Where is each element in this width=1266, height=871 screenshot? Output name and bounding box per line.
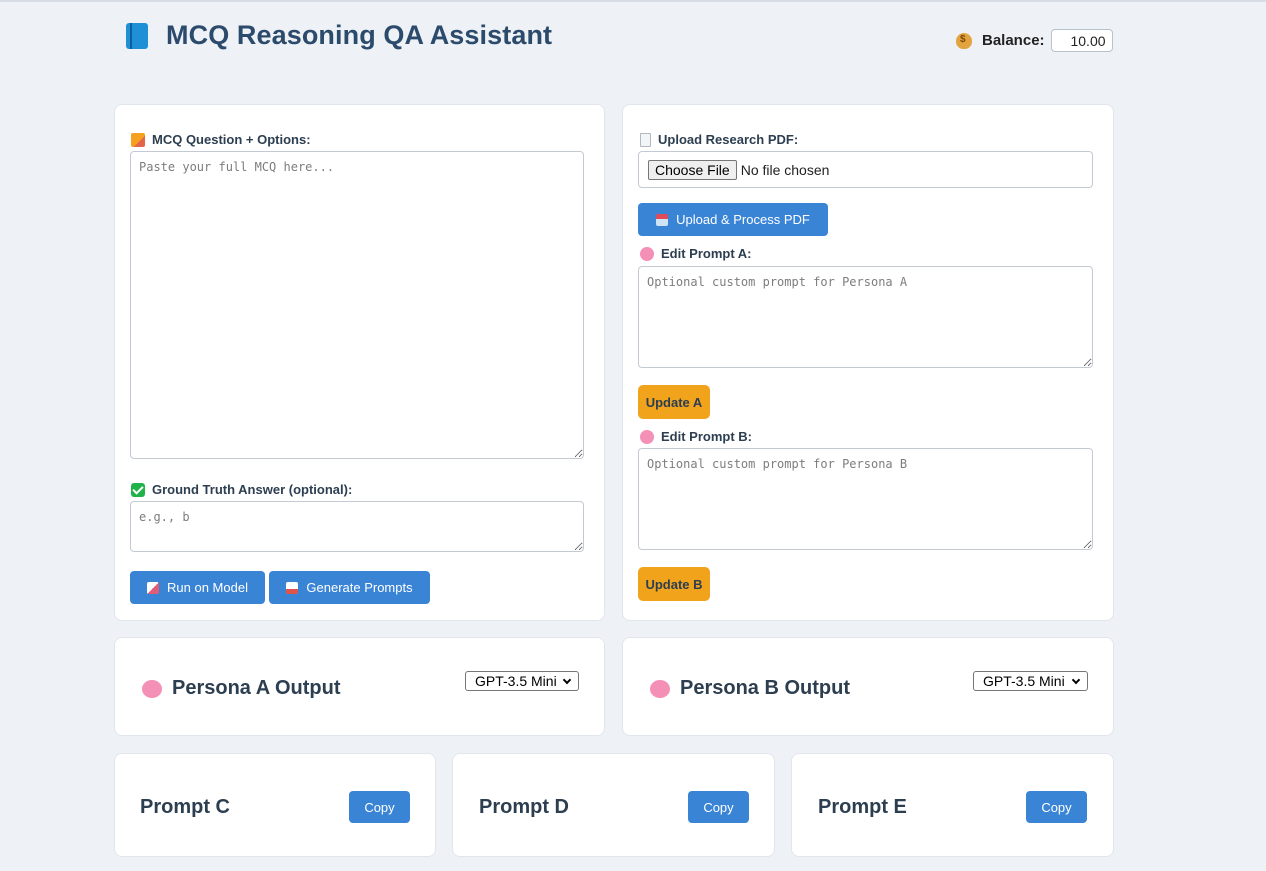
upload-label-text: Upload Research PDF:: [658, 132, 799, 147]
generate-button-label: Generate Prompts: [306, 580, 413, 595]
truth-label: Ground Truth Answer (optional):: [131, 482, 352, 497]
truth-textarea[interactable]: [130, 501, 584, 552]
prompt-b-label: Edit Prompt B:: [640, 429, 752, 444]
generate-prompts-button[interactable]: Generate Prompts: [269, 571, 430, 604]
pencil-icon: [131, 132, 145, 147]
mcq-textarea[interactable]: [130, 151, 584, 459]
no-file-text: No file chosen: [740, 161, 830, 178]
prompt-d-title: Prompt D: [479, 796, 569, 818]
upload-label: Upload Research PDF:: [640, 132, 798, 147]
brain-icon: [650, 679, 670, 698]
mcq-label-text: MCQ Question + Options:: [152, 132, 311, 147]
prompt-a-label: Edit Prompt A:: [640, 246, 752, 261]
upload-button-label: Upload & Process PDF: [676, 212, 810, 227]
update-b-button[interactable]: Update B: [638, 567, 710, 601]
truth-label-text: Ground Truth Answer (optional):: [152, 482, 353, 497]
copy-prompt-c-button[interactable]: Copy: [349, 791, 410, 823]
check-icon: [131, 482, 145, 497]
persona-a-output-title: Persona A Output: [142, 677, 341, 700]
prompt-a-label-text: Edit Prompt A:: [661, 246, 752, 261]
inbox-icon: [656, 213, 669, 226]
balance-input[interactable]: [1050, 29, 1113, 52]
prompt-c-title: Prompt C: [140, 796, 230, 818]
copy-prompt-d-button[interactable]: Copy: [688, 791, 749, 823]
balance-section: Balance:: [956, 29, 1113, 52]
persona-b-title-text: Persona B Output: [680, 677, 851, 699]
brain-icon: [142, 679, 162, 698]
persona-a-model-value: GPT-3.5 Mini: [475, 673, 557, 689]
persona-b-output-title: Persona B Output: [650, 677, 850, 700]
page-header: MCQ Reasoning QA Assistant: [126, 20, 552, 51]
brain-icon: [640, 246, 654, 261]
persona-b-model-select[interactable]: GPT-3.5 Mini: [973, 671, 1088, 691]
mcq-label: MCQ Question + Options:: [131, 132, 311, 147]
balance-label: Balance:: [982, 32, 1045, 49]
file-input[interactable]: Choose File No file chosen: [638, 151, 1093, 188]
prompt-e-title: Prompt E: [818, 796, 907, 818]
update-a-button[interactable]: Update A: [638, 385, 710, 419]
run-button-label: Run on Model: [167, 580, 248, 595]
choose-file-button[interactable]: Choose File: [648, 159, 737, 180]
run-on-model-button[interactable]: Run on Model: [130, 571, 265, 604]
prompt-a-textarea[interactable]: [638, 266, 1093, 368]
persona-a-model-select[interactable]: GPT-3.5 Mini: [465, 671, 579, 691]
book-icon: [126, 22, 148, 49]
document-icon: [640, 132, 651, 147]
rocket-icon: [147, 581, 160, 594]
brain-icon: [640, 429, 654, 444]
copy-prompt-e-button[interactable]: Copy: [1026, 791, 1087, 823]
prompt-b-label-text: Edit Prompt B:: [661, 429, 752, 444]
chevron-down-icon: [562, 675, 572, 685]
persona-b-model-value: GPT-3.5 Mini: [983, 673, 1065, 689]
prompt-b-textarea[interactable]: [638, 448, 1093, 550]
page-title: MCQ Reasoning QA Assistant: [166, 20, 553, 50]
persona-a-title-text: Persona A Output: [172, 677, 341, 699]
money-bag-icon: [956, 32, 972, 49]
upload-process-button[interactable]: Upload & Process PDF: [638, 203, 828, 236]
memo-icon: [286, 581, 299, 594]
chevron-down-icon: [1071, 675, 1081, 685]
